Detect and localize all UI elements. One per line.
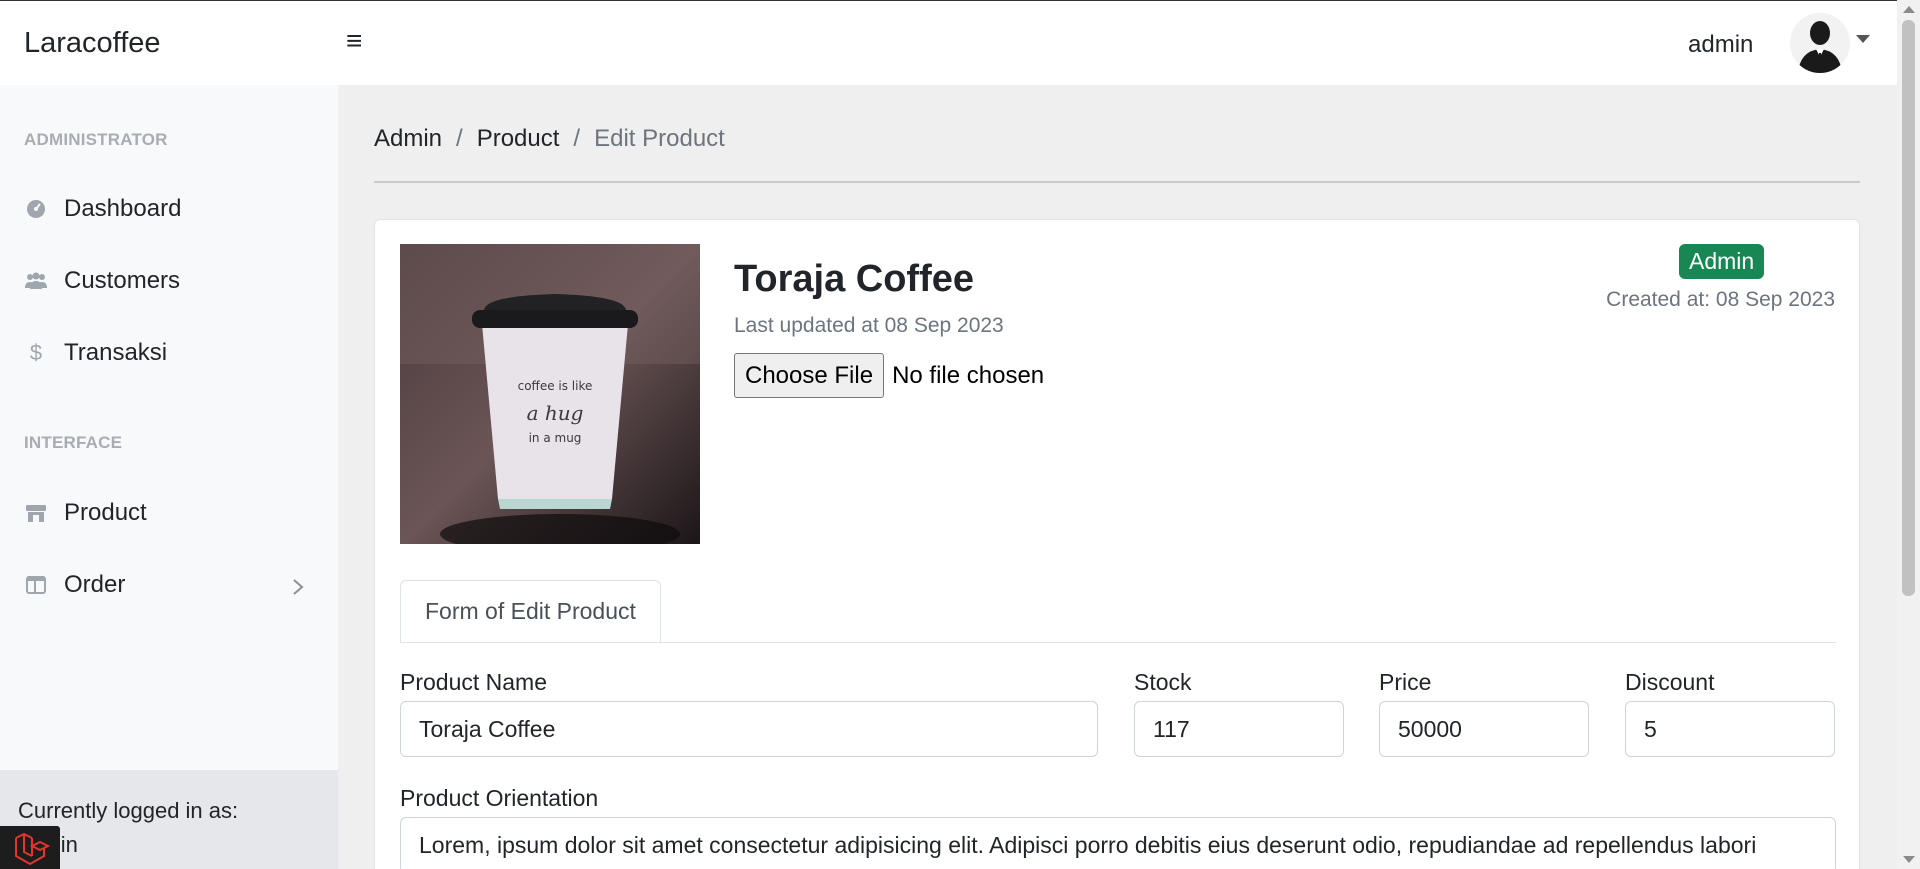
sidebar-item-customers[interactable]: Customers [0, 253, 338, 309]
columns-icon [24, 573, 48, 597]
sidebar-item-order[interactable]: Order [0, 557, 338, 613]
price-input[interactable]: 50000 [1379, 701, 1589, 757]
breadcrumb-divider [374, 181, 1860, 183]
role-badge: Admin [1679, 244, 1765, 279]
sidebar-item-product[interactable]: Product [0, 485, 338, 541]
hamburger-icon[interactable]: ≡ [346, 27, 362, 55]
cup-text-line2: a hug [527, 401, 584, 425]
stock-input[interactable]: 117 [1134, 701, 1344, 757]
sidebar-item-transaksi[interactable]: $ Transaksi [0, 325, 338, 381]
discount-label: Discount [1625, 669, 1715, 695]
sidebar: ADMINISTRATOR Dashboard Customers $ Tran… [0, 85, 338, 869]
price-label: Price [1379, 669, 1432, 695]
user-avatar-icon[interactable] [1790, 13, 1850, 73]
product-name-label: Product Name [400, 669, 548, 695]
logged-in-label: Currently logged in as: [18, 798, 239, 823]
product-image: coffee is like a hug in a mug [400, 244, 700, 544]
sidebar-item-label: Order [64, 571, 126, 598]
laravel-logo-icon[interactable] [0, 826, 60, 869]
breadcrumb-separator: / [573, 125, 581, 152]
product-orientation-label: Product Orientation [400, 785, 599, 811]
sidebar-heading-interface: INTERFACE [24, 433, 123, 452]
tab-form-edit-product[interactable]: Form of Edit Product [400, 580, 661, 643]
sidebar-item-label: Customers [64, 267, 181, 294]
sidebar-item-label: Product [64, 499, 147, 526]
cup-text-line1: coffee is like [518, 379, 593, 393]
dollar-icon: $ [29, 340, 43, 365]
scroll-down-arrow-icon[interactable] [1903, 856, 1915, 863]
page-scrollbar[interactable] [1897, 0, 1920, 869]
product-orientation-textarea[interactable]: Lorem, ipsum dolor sit amet consectetur … [400, 817, 1836, 869]
breadcrumb-product[interactable]: Product [477, 125, 560, 153]
speedometer-icon [24, 197, 48, 221]
breadcrumb-admin[interactable]: Admin [374, 125, 442, 153]
user-name[interactable]: admin [1688, 31, 1753, 59]
cup-text-line3: in a mug [529, 431, 582, 445]
top-navbar: Laracoffee ≡ admin [0, 0, 1897, 85]
last-updated-text: Last updated at 08 Sep 2023 [734, 314, 1004, 337]
users-icon [24, 269, 48, 293]
tab-divider [400, 642, 1836, 643]
breadcrumb-edit-product: Edit Product [594, 125, 725, 152]
chevron-right-icon [292, 575, 304, 603]
store-icon [24, 501, 48, 525]
file-upload: Choose File No file chosen [734, 353, 1044, 398]
choose-file-button[interactable]: Choose File [734, 353, 885, 398]
created-at-text: Created at: 08 Sep 2023 [1606, 288, 1835, 311]
breadcrumb: Admin / Product / Edit Product [374, 125, 725, 153]
scrollbar-thumb[interactable] [1902, 20, 1915, 596]
sidebar-item-dashboard[interactable]: Dashboard [0, 181, 338, 237]
stock-label: Stock [1134, 669, 1192, 695]
chevron-down-icon[interactable] [1856, 35, 1870, 43]
sidebar-heading-administrator: ADMINISTRATOR [24, 130, 168, 149]
product-name-input[interactable]: Toraja Coffee [400, 701, 1098, 757]
file-status-text: No file chosen [892, 361, 1045, 389]
main-content: Admin / Product / Edit Product coffee is… [338, 85, 1897, 869]
sidebar-item-label: Dashboard [64, 195, 182, 222]
breadcrumb-separator: / [456, 125, 463, 152]
scroll-up-arrow-icon[interactable] [1903, 6, 1915, 13]
brand-logo-text[interactable]: Laracoffee [24, 27, 161, 60]
product-title: Toraja Coffee [734, 258, 975, 300]
product-card: coffee is like a hug in a mug Toraja Cof… [374, 219, 1860, 869]
discount-input[interactable]: 5 [1625, 701, 1835, 757]
sidebar-item-label: Transaksi [64, 339, 168, 366]
